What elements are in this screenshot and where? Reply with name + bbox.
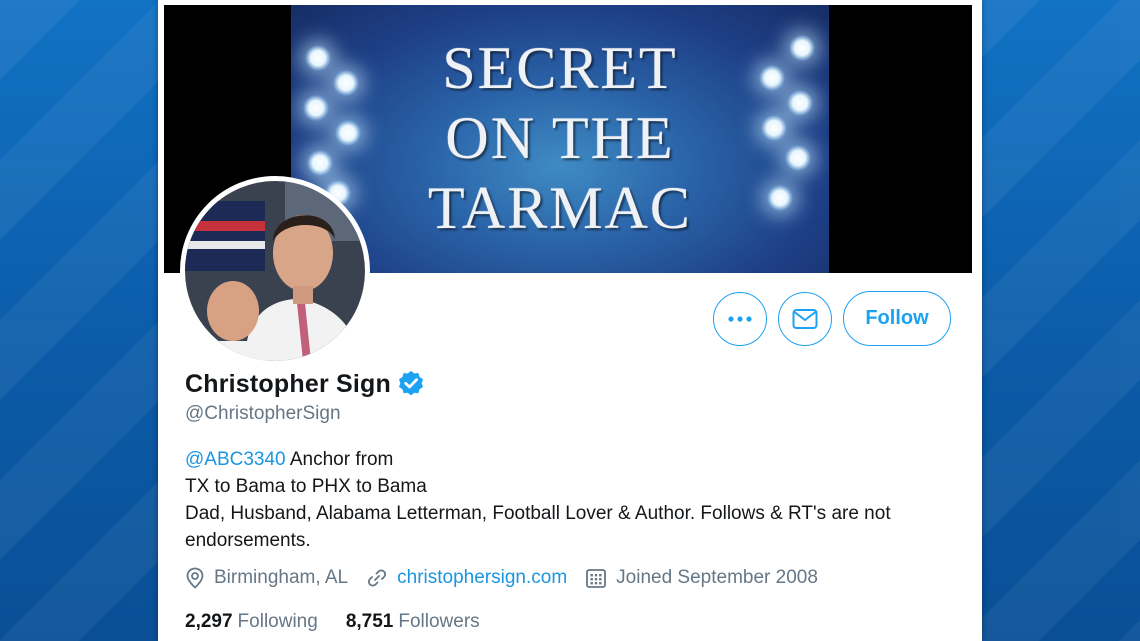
bio-line-2: TX to Bama to PHX to Bama [185,476,427,497]
followers-count: 8,751 [345,611,394,632]
location-pin-icon [186,567,204,589]
location-text: Birmingham, AL [214,567,349,588]
more-options-button[interactable] [713,292,767,346]
profile-bio: @ABC3340 Anchor from TX to Bama to PHX t… [185,446,965,554]
message-button[interactable] [778,292,832,346]
profile-handle: @ChristopherSign [185,403,341,424]
banner-line-3: TARMAC [428,175,692,241]
following-count: 2,297 [185,611,233,632]
more-icon [728,316,752,322]
avatar-photo [185,181,365,361]
profile-card: SECRET ON THE TARMAC Follow Christopher … [158,0,982,641]
banner-title: SECRET ON THE TARMAC [291,33,829,243]
banner-line-2: ON THE [445,105,675,171]
joined-item: Joined September 2008 [585,567,818,589]
banner-line-1: SECRET [442,35,678,101]
bio-line-1: @ABC3340 Anchor from [185,446,965,473]
joined-text: Joined September 2008 [616,567,818,588]
bio-line-3: Dad, Husband, Alabama Letterman, Footbal… [185,503,891,551]
profile-avatar[interactable] [180,176,370,366]
banner-image: SECRET ON THE TARMAC [291,5,829,273]
website-item: christophersign.com [366,567,567,589]
profile-meta: Birmingham, AL christophersign.com Joine… [185,567,836,589]
following-stat[interactable]: 2,297 Following [185,611,318,633]
verified-badge-icon [398,370,423,396]
follow-button[interactable]: Follow [843,291,951,346]
profile-name-row: Christopher Sign [185,366,426,402]
calendar-icon [586,569,607,588]
following-label: Following [237,611,318,632]
website-link[interactable]: christophersign.com [397,567,567,589]
link-icon [368,569,387,587]
location-item: Birmingham, AL [185,567,348,589]
bio-mention-link[interactable]: @ABC3340 [185,449,286,470]
followers-stat[interactable]: 8,751 Followers [346,611,480,633]
bio-line-1-text: Anchor from [285,449,394,470]
profile-stats: 2,297 Following 8,751 Followers [185,611,508,633]
envelope-icon [792,309,818,329]
profile-name: Christopher Sign [185,369,391,398]
followers-label: Followers [398,611,480,632]
